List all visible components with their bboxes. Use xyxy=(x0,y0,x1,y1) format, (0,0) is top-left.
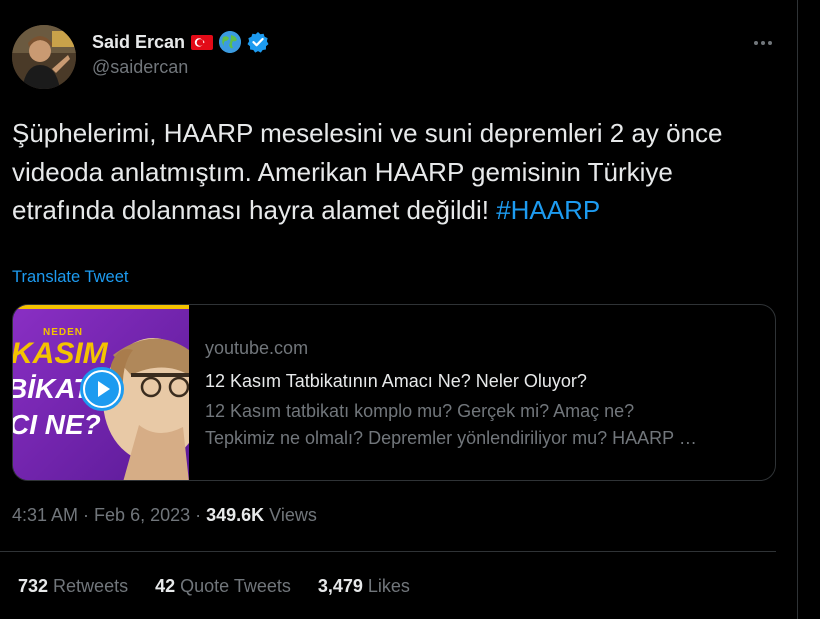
tweet-text: Şüphelerimi, HAARP meselesini ve suni de… xyxy=(12,114,782,230)
card-domain: youtube.com xyxy=(205,338,309,358)
more-dot-icon xyxy=(768,41,772,45)
tweet-body: Şüphelerimi, HAARP meselesini ve suni de… xyxy=(12,118,730,225)
likes-count: 3,479 xyxy=(317,576,363,596)
retweets-stat[interactable]: 732 Retweets xyxy=(18,576,128,597)
thumbnail-word-cine: CI NE? xyxy=(13,409,101,440)
meta-separator: · xyxy=(83,505,90,525)
tweet-date[interactable]: Feb 6, 2023 xyxy=(94,505,190,526)
engagement-stats: 732 Retweets 42 Quote Tweets 3,479 Likes xyxy=(18,576,437,597)
hashtag-link[interactable]: #HAARP xyxy=(496,195,600,225)
quotes-label: Quote Tweets xyxy=(180,576,291,596)
quotes-count: 42 xyxy=(155,576,176,596)
globe-icon xyxy=(219,31,242,53)
card-description: 12 Kasım tatbikatı komplo mu? Gerçek mi?… xyxy=(205,398,770,452)
column-border xyxy=(797,0,798,619)
tweet-time[interactable]: 4:31 AM xyxy=(12,505,78,526)
quote-tweets-stat[interactable]: 42 Quote Tweets xyxy=(155,576,291,597)
views-label: Views xyxy=(269,505,317,525)
translate-tweet-link[interactable]: Translate Tweet xyxy=(12,268,128,287)
likes-stat[interactable]: 3,479 Likes xyxy=(318,576,410,597)
more-options-button[interactable] xyxy=(748,28,778,58)
verified-badge-icon xyxy=(247,31,269,53)
meta-separator: · xyxy=(195,505,202,525)
display-name[interactable]: Said Ercan xyxy=(92,32,185,53)
views-count: 349.6K xyxy=(206,505,265,525)
avatar[interactable] xyxy=(12,25,76,89)
divider xyxy=(0,551,776,552)
card-description-line: 12 Kasım tatbikatı komplo mu? Gerçek mi?… xyxy=(205,401,635,421)
more-dot-icon xyxy=(754,41,758,45)
play-button[interactable] xyxy=(80,367,124,411)
link-preview-card[interactable]: NEDEN KASIM BİKATI CI NE? youtube.com 12… xyxy=(12,304,776,481)
card-title: 12 Kasım Tatbikatının Amacı Ne? Neler Ol… xyxy=(205,371,587,391)
card-thumbnail: NEDEN KASIM BİKATI CI NE? xyxy=(13,305,189,480)
retweets-count: 732 xyxy=(18,576,49,596)
card-description-line: Tepkimiz ne olmalı? Depremler yönlendiri… xyxy=(205,428,697,448)
tweet-meta: 4:31 AM · Feb 6, 2023 · 349.6K Views xyxy=(12,505,317,526)
play-icon xyxy=(85,372,119,406)
thumbnail-word-kasim: KASIM xyxy=(13,337,108,370)
retweets-label: Retweets xyxy=(53,576,129,596)
author-handle[interactable]: @saidercan xyxy=(92,57,188,78)
author-name-row: Said Ercan xyxy=(92,30,269,54)
turkey-flag-icon xyxy=(191,34,214,50)
more-dot-icon xyxy=(761,41,765,45)
likes-label: Likes xyxy=(367,576,410,596)
